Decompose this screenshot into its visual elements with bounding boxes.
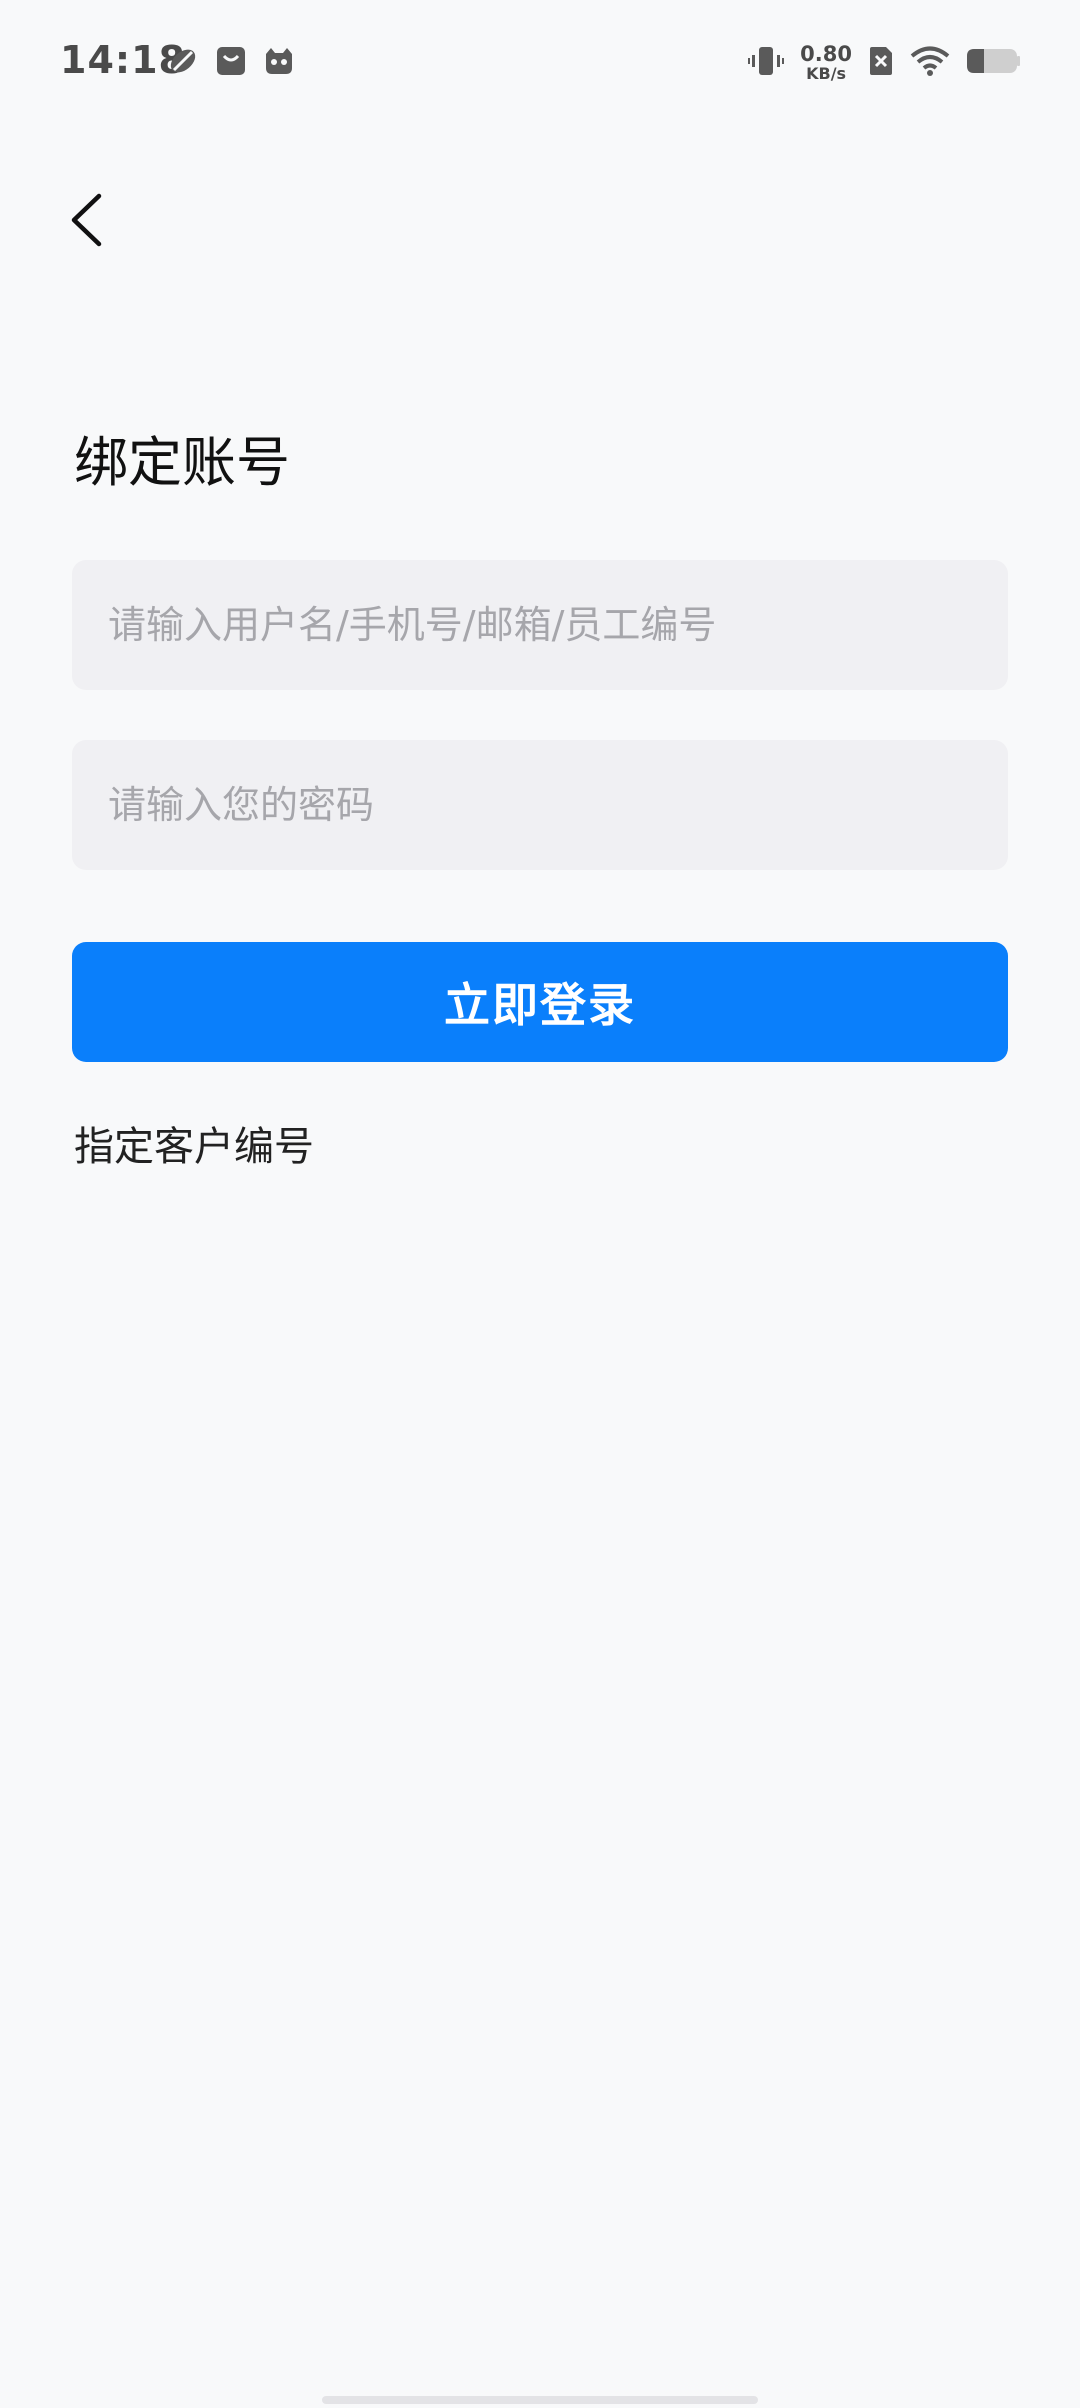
battery-icon bbox=[966, 46, 1020, 80]
status-bar: 14:18 0.80 KB/s bbox=[0, 0, 1080, 128]
leaf-notification-icon bbox=[166, 44, 200, 82]
password-input[interactable] bbox=[72, 740, 1008, 870]
notification-icons bbox=[166, 44, 296, 82]
username-input[interactable] bbox=[72, 560, 1008, 690]
specify-customer-code-link[interactable]: 指定客户编号 bbox=[74, 1114, 314, 1172]
sim-disabled-icon bbox=[868, 45, 894, 81]
shopping-bag-notification-icon bbox=[214, 44, 248, 82]
wifi-icon bbox=[910, 45, 950, 81]
back-button[interactable] bbox=[58, 180, 114, 260]
home-indicator[interactable] bbox=[322, 2396, 758, 2404]
vibrate-icon bbox=[748, 44, 785, 82]
login-button[interactable]: 立即登录 bbox=[72, 942, 1008, 1062]
cat-notification-icon bbox=[262, 44, 296, 82]
system-icons: 0.80 KB/s bbox=[748, 44, 1020, 82]
chevron-left-icon bbox=[71, 193, 102, 247]
page-title: 绑定账号 bbox=[74, 431, 290, 494]
network-speed: 0.80 KB/s bbox=[800, 42, 852, 83]
